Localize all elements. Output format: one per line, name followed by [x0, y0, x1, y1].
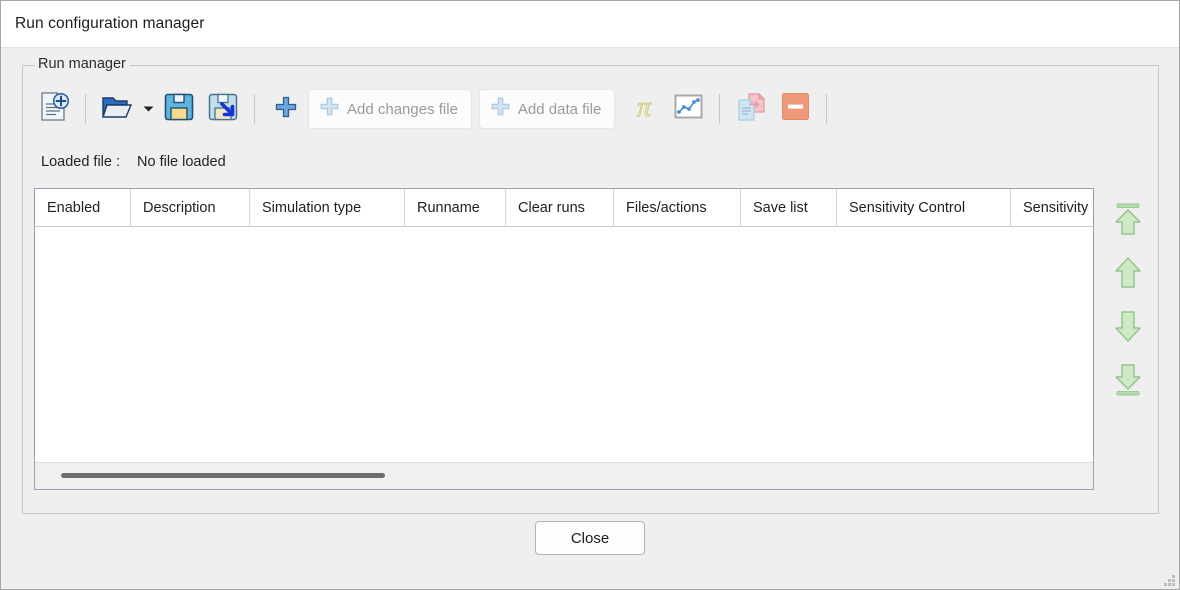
remove-run-button[interactable] [773, 87, 817, 131]
pi-icon: π [628, 91, 660, 128]
toolbar-separator [85, 94, 86, 124]
table-column-header[interactable]: Sensitivity set [1011, 189, 1093, 226]
table-column-header[interactable]: Description [131, 189, 250, 226]
arrow-up-icon [1111, 255, 1145, 296]
run-configuration-table: EnabledDescriptionSimulation typeRunname… [34, 188, 1094, 490]
plot-button[interactable] [666, 87, 710, 131]
new-document-icon [36, 89, 72, 130]
close-button[interactable]: Close [535, 521, 645, 555]
save-as-floppy-icon [206, 90, 240, 129]
arrow-down-icon [1111, 308, 1145, 349]
minus-square-icon [780, 91, 811, 127]
open-file-dropdown[interactable] [139, 87, 157, 131]
table-column-header[interactable]: Save list [741, 189, 837, 226]
new-configuration-button[interactable] [32, 87, 76, 131]
move-up-button[interactable] [1105, 253, 1151, 297]
resize-grip[interactable] [1162, 572, 1176, 586]
add-run-button[interactable] [264, 87, 308, 131]
toolbar-separator [719, 94, 720, 124]
arrow-down-to-line-icon [1111, 361, 1145, 402]
toolbar-separator [254, 94, 255, 124]
table-column-header[interactable]: Runname [405, 189, 506, 226]
table-body[interactable] [35, 227, 1093, 462]
table-horizontal-scrollbar[interactable] [35, 462, 1093, 489]
move-to-bottom-button[interactable] [1105, 359, 1151, 403]
loaded-file-value: No file loaded [137, 154, 226, 170]
dialog-footer: Close [1, 521, 1179, 555]
save-as-button[interactable] [201, 87, 245, 131]
copy-document-icon [734, 90, 768, 129]
move-to-top-button[interactable] [1105, 200, 1151, 244]
plus-icon [274, 95, 298, 124]
save-floppy-icon [162, 90, 196, 129]
toolbar-separator [826, 94, 827, 124]
add-data-file-button[interactable]: Add data file [479, 89, 615, 129]
open-folder-icon [100, 90, 134, 129]
run-manager-groupbox-title: Run manager [34, 56, 130, 72]
table-column-header[interactable]: Simulation type [250, 189, 405, 226]
duplicate-run-button[interactable] [729, 87, 773, 131]
scrollbar-thumb[interactable] [61, 473, 385, 478]
plus-icon [490, 96, 511, 122]
row-order-buttons [1104, 200, 1152, 403]
dialog-body: Run manager [1, 48, 1179, 589]
run-configuration-manager-dialog: Run configuration manager Run manager [0, 0, 1180, 590]
loaded-file-label: Loaded file : [41, 154, 120, 170]
run-manager-toolbar: Add changes file Add data file π [32, 84, 836, 134]
loaded-file-row: Loaded file : No file loaded [41, 154, 226, 170]
move-down-button[interactable] [1105, 306, 1151, 350]
table-column-header[interactable]: Enabled [35, 189, 131, 226]
table-header-row: EnabledDescriptionSimulation typeRunname… [35, 189, 1093, 227]
table-column-header[interactable]: Sensitivity Control [837, 189, 1011, 226]
arrow-up-to-line-icon [1111, 202, 1145, 243]
plus-icon [319, 96, 340, 122]
add-changes-file-button[interactable]: Add changes file [308, 89, 472, 129]
dialog-titlebar: Run configuration manager [1, 1, 1179, 48]
svg-text:π: π [637, 92, 652, 123]
save-button[interactable] [157, 87, 201, 131]
table-column-header[interactable]: Files/actions [614, 189, 741, 226]
parameters-button[interactable]: π [622, 87, 666, 131]
add-data-file-label: Add data file [518, 101, 601, 118]
chevron-down-icon [143, 100, 154, 118]
table-column-header[interactable]: Clear runs [506, 189, 614, 226]
open-file-button[interactable] [95, 87, 139, 131]
add-changes-file-label: Add changes file [347, 101, 458, 118]
dialog-title: Run configuration manager [15, 15, 204, 33]
chart-line-icon [673, 91, 704, 127]
run-manager-groupbox: Run manager [22, 65, 1159, 514]
